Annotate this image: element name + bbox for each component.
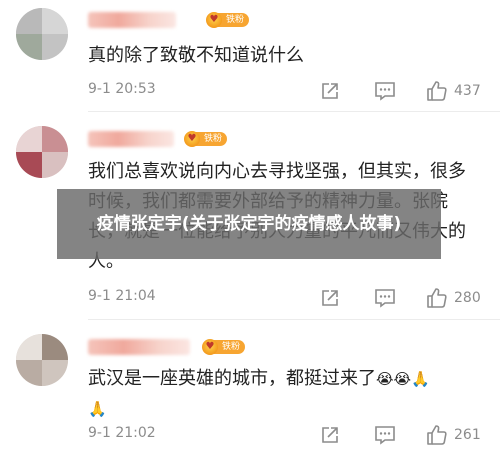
- thumbs-up-icon: [427, 81, 447, 101]
- comment-meta: 9-1 21:02 261: [88, 423, 500, 447]
- share-icon: [322, 83, 338, 99]
- heart-badge-icon: ♥: [206, 12, 222, 28]
- comment-meta: 9-1 20:53 437: [88, 79, 500, 103]
- emoji-praying: 🙏: [88, 400, 107, 418]
- comment-button[interactable]: [374, 79, 396, 103]
- comment-meta: 9-1 21:04 280: [88, 286, 500, 310]
- comment-text: 武汉是一座英雄的城市，都挺过来了😭😭🙏 🙏: [88, 364, 482, 424]
- username[interactable]: [88, 339, 190, 355]
- emoji-crying: 😭: [393, 370, 412, 388]
- comment-button[interactable]: [374, 423, 396, 447]
- heart-badge-icon: ♥: [202, 339, 218, 355]
- emoji-praying: 🙏: [411, 370, 430, 388]
- comment-button[interactable]: [374, 286, 396, 310]
- fan-badge: ♥ 铁粉: [206, 12, 250, 28]
- share-button[interactable]: [320, 286, 340, 310]
- comment-time: 9-1 21:02: [88, 425, 156, 441]
- title-overlay: 疫情张定宇(关于张定宇的疫情感人故事): [57, 189, 441, 259]
- emoji-crying: 😭: [376, 370, 394, 388]
- fan-badge: ♥ 铁粉: [202, 339, 246, 355]
- share-button[interactable]: [320, 423, 340, 447]
- avatar[interactable]: [16, 8, 68, 60]
- like-count: 437: [454, 83, 481, 99]
- like-count: 261: [454, 427, 481, 443]
- like-button[interactable]: 280: [426, 286, 481, 310]
- username[interactable]: [88, 12, 176, 28]
- username[interactable]: [88, 131, 174, 147]
- like-button[interactable]: 261: [426, 423, 481, 447]
- comment-item: ♥ 铁粉 武汉是一座英雄的城市，都挺过来了😭😭🙏 🙏 9-1 21:02 261: [0, 320, 500, 452]
- overlay-title: 疫情张定宇(关于张定宇的疫情感人故事): [96, 214, 402, 234]
- comment-item: ♥ 铁粉 真的除了致敬不知道说什么 9-1 20:53 437: [0, 0, 500, 112]
- thumbs-up-icon: [427, 288, 447, 308]
- comment-text: 真的除了致敬不知道说什么: [88, 45, 304, 66]
- comment-icon: [375, 426, 395, 445]
- avatar[interactable]: [16, 334, 68, 386]
- share-icon: [322, 427, 338, 443]
- like-count: 280: [454, 290, 481, 306]
- avatar[interactable]: [16, 126, 68, 178]
- comment-time: 9-1 21:04: [88, 288, 156, 304]
- like-button[interactable]: 437: [426, 79, 481, 103]
- share-button[interactable]: [320, 79, 340, 103]
- share-icon: [322, 290, 338, 306]
- comment-icon: [375, 289, 395, 308]
- comment-text-body: 武汉是一座英雄的城市，都挺过来了: [88, 368, 376, 389]
- thumbs-up-icon: [427, 425, 447, 445]
- comment-icon: [375, 82, 395, 101]
- comment-time: 9-1 20:53: [88, 81, 156, 97]
- heart-badge-icon: ♥: [184, 131, 200, 147]
- fan-badge: ♥ 铁粉: [184, 131, 228, 147]
